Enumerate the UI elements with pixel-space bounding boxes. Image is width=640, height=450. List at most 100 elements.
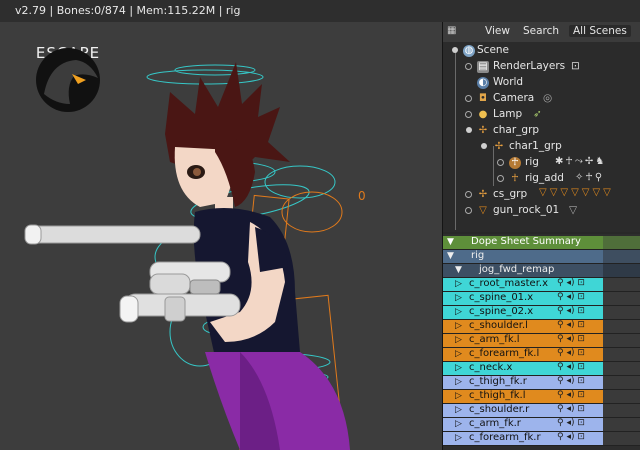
expand-triangle-icon[interactable]: ▷ — [455, 377, 462, 387]
channel-row[interactable]: ▷ c_arm_fk.r ⚲ ◂) ⊡ — [443, 418, 603, 432]
channel-toggle-icons[interactable]: ⚲ ◂) ⊡ — [557, 418, 585, 428]
outliner-item-camera[interactable]: ◘ Camera ◎ — [443, 91, 640, 107]
channel-row[interactable]: ▷ c_shoulder.r ⚲ ◂) ⊡ — [443, 404, 603, 418]
expand-triangle-icon[interactable]: ▷ — [455, 321, 462, 331]
outliner-item-gun-rock[interactable]: ▽ gun_rock_01 ▽ — [443, 203, 640, 219]
expand-triangle-icon[interactable]: ▷ — [455, 433, 462, 443]
lamp-data-icon[interactable]: ➶ — [533, 108, 542, 120]
channel-row[interactable]: ▷ c_thigh_fk.l ⚲ ◂) ⊡ — [443, 390, 603, 404]
camera-data-icon[interactable]: ◎ — [543, 92, 552, 104]
logo-emblem-icon — [36, 48, 100, 112]
outliner-tree[interactable]: ◍ Scene ▤ RenderLayers ⊡ ◐ World ◘ Camer… — [443, 42, 640, 232]
channel-name: c_neck.x — [469, 362, 513, 373]
expand-triangle-icon[interactable]: ▷ — [455, 391, 462, 401]
keyframe-track[interactable] — [603, 390, 640, 404]
expand-toggle-icon[interactable] — [481, 143, 487, 149]
channel-toggle-icons[interactable]: ⚲ ◂) ⊡ — [557, 292, 585, 302]
outliner-item-char1-grp[interactable]: ✢ char1_grp — [443, 139, 640, 155]
keyframe-track[interactable] — [603, 362, 640, 376]
channel-name: c_root_master.x — [469, 278, 548, 289]
channel-toggle-icons[interactable]: ⚲ ◂) ⊡ — [557, 362, 585, 372]
outliner-item-char-grp[interactable]: ✢ char_grp — [443, 123, 640, 139]
channel-toggle-icons[interactable]: ⚲ ◂) ⊡ — [557, 390, 585, 400]
keyframe-track[interactable] — [603, 278, 640, 292]
mesh-data-icon[interactable]: ▽ — [569, 204, 577, 216]
dopesheet-action-row[interactable]: ▼ jog_fwd_remap — [443, 264, 603, 278]
collapse-dot-icon[interactable] — [465, 111, 472, 118]
outliner-item-world[interactable]: ◐ World — [443, 75, 640, 91]
collapse-dot-icon[interactable] — [465, 63, 472, 70]
channel-toggle-icons[interactable]: ⚲ ◂) ⊡ — [557, 432, 585, 442]
channel-row[interactable]: ▷ c_forearm_fk.l ⚲ ◂) ⊡ — [443, 348, 603, 362]
expand-triangle-icon[interactable]: ▷ — [455, 293, 462, 303]
keyframe-track[interactable] — [603, 404, 640, 418]
collapse-dot-icon[interactable] — [465, 95, 472, 102]
expand-triangle-icon[interactable]: ▼ — [447, 237, 454, 247]
keyframe-track[interactable] — [603, 292, 640, 306]
expand-toggle-icon[interactable] — [452, 47, 458, 53]
channel-toggle-icons[interactable]: ⚲ ◂) ⊡ — [557, 278, 585, 288]
channel-name: c_arm_fk.l — [469, 334, 520, 345]
channel-name: c_shoulder.r — [469, 404, 530, 415]
collapse-dot-icon[interactable] — [497, 175, 504, 182]
search-menu[interactable]: Search — [523, 25, 559, 37]
channel-row[interactable]: ▷ c_spine_01.x ⚲ ◂) ⊡ — [443, 292, 603, 306]
keyframe-track[interactable] — [603, 376, 640, 390]
collapse-dot-icon[interactable] — [465, 191, 472, 198]
view-menu[interactable]: View — [485, 25, 510, 37]
outliner-item-renderlayers[interactable]: ▤ RenderLayers ⊡ — [443, 59, 640, 75]
channel-toggle-icons[interactable]: ⚲ ◂) ⊡ — [557, 348, 585, 358]
channel-row[interactable]: ▷ c_spine_02.x ⚲ ◂) ⊡ — [443, 306, 603, 320]
channel-toggle-icons[interactable]: ⚲ ◂) ⊡ — [557, 320, 585, 330]
expand-triangle-icon[interactable]: ▷ — [455, 335, 462, 345]
empty-icon: ✢ — [478, 125, 488, 136]
dopesheet-channels[interactable]: ▼ Dope Sheet Summary ▼ rig ▼ jog_fwd_rem… — [443, 234, 640, 450]
channel-row[interactable]: ▷ c_shoulder.l ⚲ ◂) ⊡ — [443, 320, 603, 334]
channel-toggle-icons[interactable]: ⚲ ◂) ⊡ — [557, 334, 585, 344]
dopesheet-summary-row[interactable]: ▼ Dope Sheet Summary — [443, 236, 603, 250]
channel-name: c_thigh_fk.r — [469, 376, 527, 387]
3d-viewport[interactable]: 0 ESCAPE TEAM GAME — [0, 22, 442, 450]
outliner-item-cs-grp[interactable]: ✢ cs_grp ▽▽▽▽▽▽▽ — [443, 187, 640, 203]
rig-add-data-icons[interactable]: ✧☥⚲ — [575, 172, 604, 183]
keyframe-track[interactable] — [603, 306, 640, 320]
channel-toggle-icons[interactable]: ⚲ ◂) ⊡ — [557, 376, 585, 386]
cs-grp-children-icons[interactable]: ▽▽▽▽▽▽▽ — [539, 187, 614, 198]
render-toggle-icon[interactable]: ⊡ — [571, 60, 580, 72]
expand-triangle-icon[interactable]: ▷ — [455, 405, 462, 415]
channel-row[interactable]: ▷ c_thigh_fk.r ⚲ ◂) ⊡ — [443, 376, 603, 390]
outliner-item-lamp[interactable]: ● Lamp ➶ — [443, 107, 640, 123]
collapse-dot-icon[interactable] — [497, 159, 504, 166]
channel-row[interactable]: ▷ c_forearm_fk.r ⚲ ◂) ⊡ — [443, 432, 603, 446]
outliner-item-rig[interactable]: ☥ rig ✱☥⤳✢♞ — [443, 155, 640, 171]
outliner-item-scene[interactable]: ◍ Scene — [443, 43, 640, 59]
empty-icon: ✢ — [478, 189, 488, 200]
keyframe-track[interactable] — [603, 418, 640, 432]
keyframe-track[interactable] — [603, 432, 640, 446]
channel-toggle-icons[interactable]: ⚲ ◂) ⊡ — [557, 306, 585, 316]
rig-data-icons[interactable]: ✱☥⤳✢♞ — [555, 156, 606, 167]
editor-type-icon[interactable]: ▦ — [447, 25, 456, 36]
display-mode-select[interactable]: All Scenes — [569, 25, 631, 37]
expand-triangle-icon[interactable]: ▷ — [455, 349, 462, 359]
mesh-icon: ▽ — [479, 205, 487, 216]
armature-icon: ☥ — [511, 173, 519, 184]
channel-row[interactable]: ▷ c_arm_fk.l ⚲ ◂) ⊡ — [443, 334, 603, 348]
expand-triangle-icon[interactable]: ▼ — [447, 251, 454, 261]
expand-triangle-icon[interactable]: ▷ — [455, 419, 462, 429]
keyframe-track[interactable] — [603, 348, 640, 362]
dopesheet-object-row[interactable]: ▼ rig — [443, 250, 603, 264]
channel-row[interactable]: ▷ c_neck.x ⚲ ◂) ⊡ — [443, 362, 603, 376]
expand-triangle-icon[interactable]: ▷ — [455, 279, 462, 289]
keyframe-track[interactable] — [603, 334, 640, 348]
channel-row[interactable]: ▷ c_root_master.x ⚲ ◂) ⊡ — [443, 278, 603, 292]
expand-triangle-icon[interactable]: ▷ — [455, 307, 462, 317]
expand-triangle-icon[interactable]: ▷ — [455, 363, 462, 373]
channel-toggle-icons[interactable]: ⚲ ◂) ⊡ — [557, 404, 585, 414]
outliner-item-rig-add[interactable]: ☥ rig_add ✧☥⚲ — [443, 171, 640, 187]
keyframe-track[interactable] — [603, 320, 640, 334]
collapse-dot-icon[interactable] — [465, 207, 472, 214]
viewport-marker: 0 — [358, 189, 366, 203]
expand-triangle-icon[interactable]: ▼ — [455, 265, 462, 275]
expand-toggle-icon[interactable] — [466, 127, 472, 133]
